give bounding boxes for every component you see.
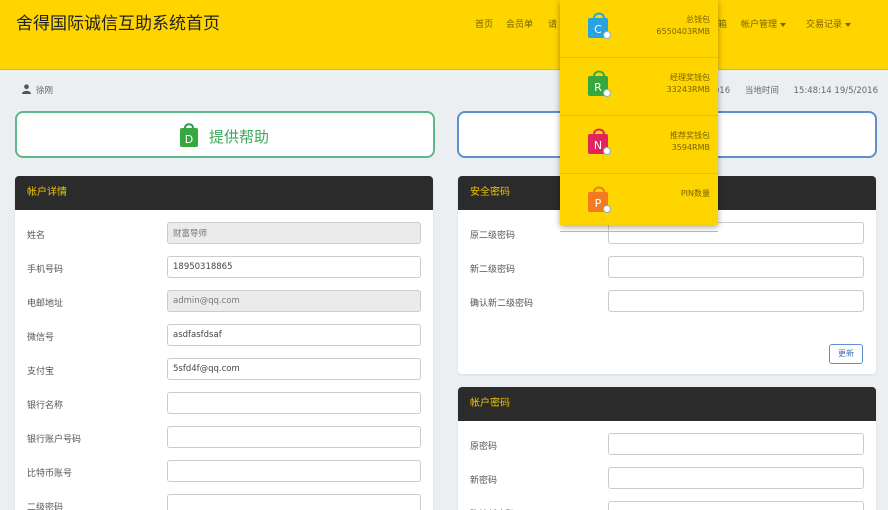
account-field-row: 手机号码 — [15, 256, 433, 280]
nav-item-4[interactable]: 帐户管理 — [741, 17, 787, 30]
pin-count-bag-icon: P — [588, 186, 611, 213]
account-field-row: 电邮地址 — [15, 290, 433, 314]
nav-item-5[interactable]: 交易记录 — [806, 17, 852, 30]
top-bar: 舍得国际诚信互助系统首页 首页 会员单请箱帐户管理 交易记录 — [0, 0, 888, 70]
wallet-name: 经理奖钱包 — [670, 73, 710, 82]
account-field-label: 姓名 — [27, 231, 46, 241]
password-field-label: 原密码 — [470, 442, 498, 452]
password-field-input[interactable] — [608, 467, 864, 489]
account-field-input[interactable] — [167, 426, 421, 448]
password-field-input[interactable] — [608, 501, 864, 510]
wallet-menu-item[interactable]: C 总钱包 6550403RMB — [560, 0, 718, 58]
wallet-menu-text: PIN数量 — [681, 188, 710, 200]
account-field-row: 二级密码 — [15, 494, 433, 510]
account-details-panel: 帐户详情 姓名手机号码电邮地址微信号支付宝银行名称银行账户号码比特币账号二级密码 — [15, 176, 433, 510]
account-field-input — [167, 290, 421, 312]
security-field-row: 新二级密码 — [458, 256, 876, 280]
provide-help-label: 提供帮助 — [209, 128, 270, 146]
caret-down-icon — [780, 22, 787, 27]
account-field-row: 银行账户号码 — [15, 426, 433, 450]
nav-item-label: 会员单 — [506, 20, 534, 30]
caret-down-icon — [845, 22, 852, 27]
account-field-label: 支付宝 — [27, 367, 55, 377]
wallet-menu-item[interactable]: P PIN数量 — [560, 174, 718, 232]
account-field-row: 姓名 — [15, 222, 433, 246]
account-password-panel: 帐户密码 原密码新密码确认新密码 — [458, 387, 876, 510]
wallet-name: PIN数量 — [680, 189, 710, 198]
referral-bonus-bag-icon: N — [588, 128, 611, 155]
security-field-label: 新二级密码 — [470, 265, 516, 275]
security-field-input[interactable] — [608, 290, 864, 312]
user-icon — [22, 84, 31, 94]
main-nav: 首页 会员单 请 箱 帐户管理 交易记录 — [0, 17, 888, 31]
account-field-label: 比特币账号 — [27, 469, 73, 479]
account-field-input[interactable] — [167, 358, 421, 380]
wallet-name: 推荐奖钱包 — [670, 131, 710, 140]
account-field-label: 银行账户号码 — [27, 435, 82, 445]
wallet-menu-item[interactable]: N 推荐奖钱包 3594RMB — [560, 116, 718, 174]
security-field-input[interactable] — [608, 256, 864, 278]
wallet-menu-text: 经理奖钱包 33243RMB — [667, 72, 710, 96]
update-button[interactable]: 更新 — [829, 344, 863, 364]
account-field-input[interactable] — [167, 392, 421, 414]
svg-text:D: D — [185, 133, 193, 146]
account-field-label: 电邮地址 — [27, 299, 64, 309]
total-wallet-bag-icon: C — [588, 12, 611, 39]
shopping-bag-d-icon: D — [180, 123, 198, 147]
account-field-label: 银行名称 — [27, 401, 64, 411]
local-time-value: 15:48:14 19/5/2016 — [793, 86, 878, 96]
account-field-label: 手机号码 — [27, 265, 64, 275]
password-field-input[interactable] — [608, 433, 864, 455]
svg-text:N: N — [594, 139, 602, 152]
svg-text:P: P — [595, 197, 602, 210]
wallet-menu-text: 总钱包 6550403RMB — [656, 14, 710, 38]
password-field-row: 新密码 — [458, 467, 876, 491]
user-info-bar: 徐刚 8/5/2016 当地时间 15:48:14 19/5/2016 — [0, 78, 888, 100]
nav-item-2[interactable]: 请 — [548, 17, 557, 30]
svg-text:R: R — [594, 81, 602, 94]
account-field-row: 微信号 — [15, 324, 433, 348]
local-time-label: 当地时间 — [744, 86, 779, 96]
account-field-input[interactable] — [167, 256, 421, 278]
account-field-row: 比特币账号 — [15, 460, 433, 484]
wallet-name: 总钱包 — [686, 15, 710, 24]
account-field-label: 微信号 — [27, 333, 55, 343]
password-field-label: 新密码 — [470, 476, 498, 486]
nav-item-label: 箱 — [718, 20, 728, 30]
account-field-label: 二级密码 — [27, 503, 64, 510]
security-field-row: 确认新二级密码 — [458, 290, 876, 314]
account-details-title: 帐户详情 — [15, 176, 433, 210]
provide-help-button[interactable]: D 提供帮助 — [15, 111, 435, 158]
nav-item-0[interactable]: 首页 — [475, 17, 493, 30]
account-field-row: 支付宝 — [15, 358, 433, 382]
account-field-input — [167, 222, 421, 244]
wallet-amount: 6550403RMB — [656, 27, 710, 36]
nav-item-label: 交易记录 — [806, 20, 843, 30]
account-field-row: 银行名称 — [15, 392, 433, 416]
nav-item-label: 请 — [548, 20, 558, 30]
wallet-amount: 33243RMB — [666, 85, 710, 94]
manager-bonus-bag-icon: R — [588, 70, 611, 97]
security-field-label: 确认新二级密码 — [470, 299, 534, 309]
wallet-menu-text: 推荐奖钱包 3594RMB — [670, 130, 710, 154]
wallet-dropdown-menu: C 总钱包 6550403RMB R 经理奖钱包 33243RMB N 推荐奖钱包 3594RM… — [560, 0, 718, 232]
nav-item-3[interactable]: 箱 — [718, 17, 727, 30]
password-field-row: 确认新密码 — [458, 501, 876, 510]
password-field-row: 原密码 — [458, 433, 876, 457]
account-password-title: 帐户密码 — [458, 387, 876, 421]
security-field-label: 原二级密码 — [470, 231, 516, 241]
account-field-input[interactable] — [167, 324, 421, 346]
username: 徐刚 — [36, 86, 54, 96]
wallet-menu-item[interactable]: R 经理奖钱包 33243RMB — [560, 58, 718, 116]
account-field-input[interactable] — [167, 494, 421, 510]
account-field-input[interactable] — [167, 460, 421, 482]
nav-item-label: 帐户管理 — [741, 20, 778, 30]
wallet-amount: 3594RMB — [671, 143, 710, 152]
nav-item-1[interactable]: 会员单 — [506, 17, 533, 30]
svg-text:C: C — [594, 23, 602, 36]
nav-item-label: 首页 — [475, 20, 494, 30]
